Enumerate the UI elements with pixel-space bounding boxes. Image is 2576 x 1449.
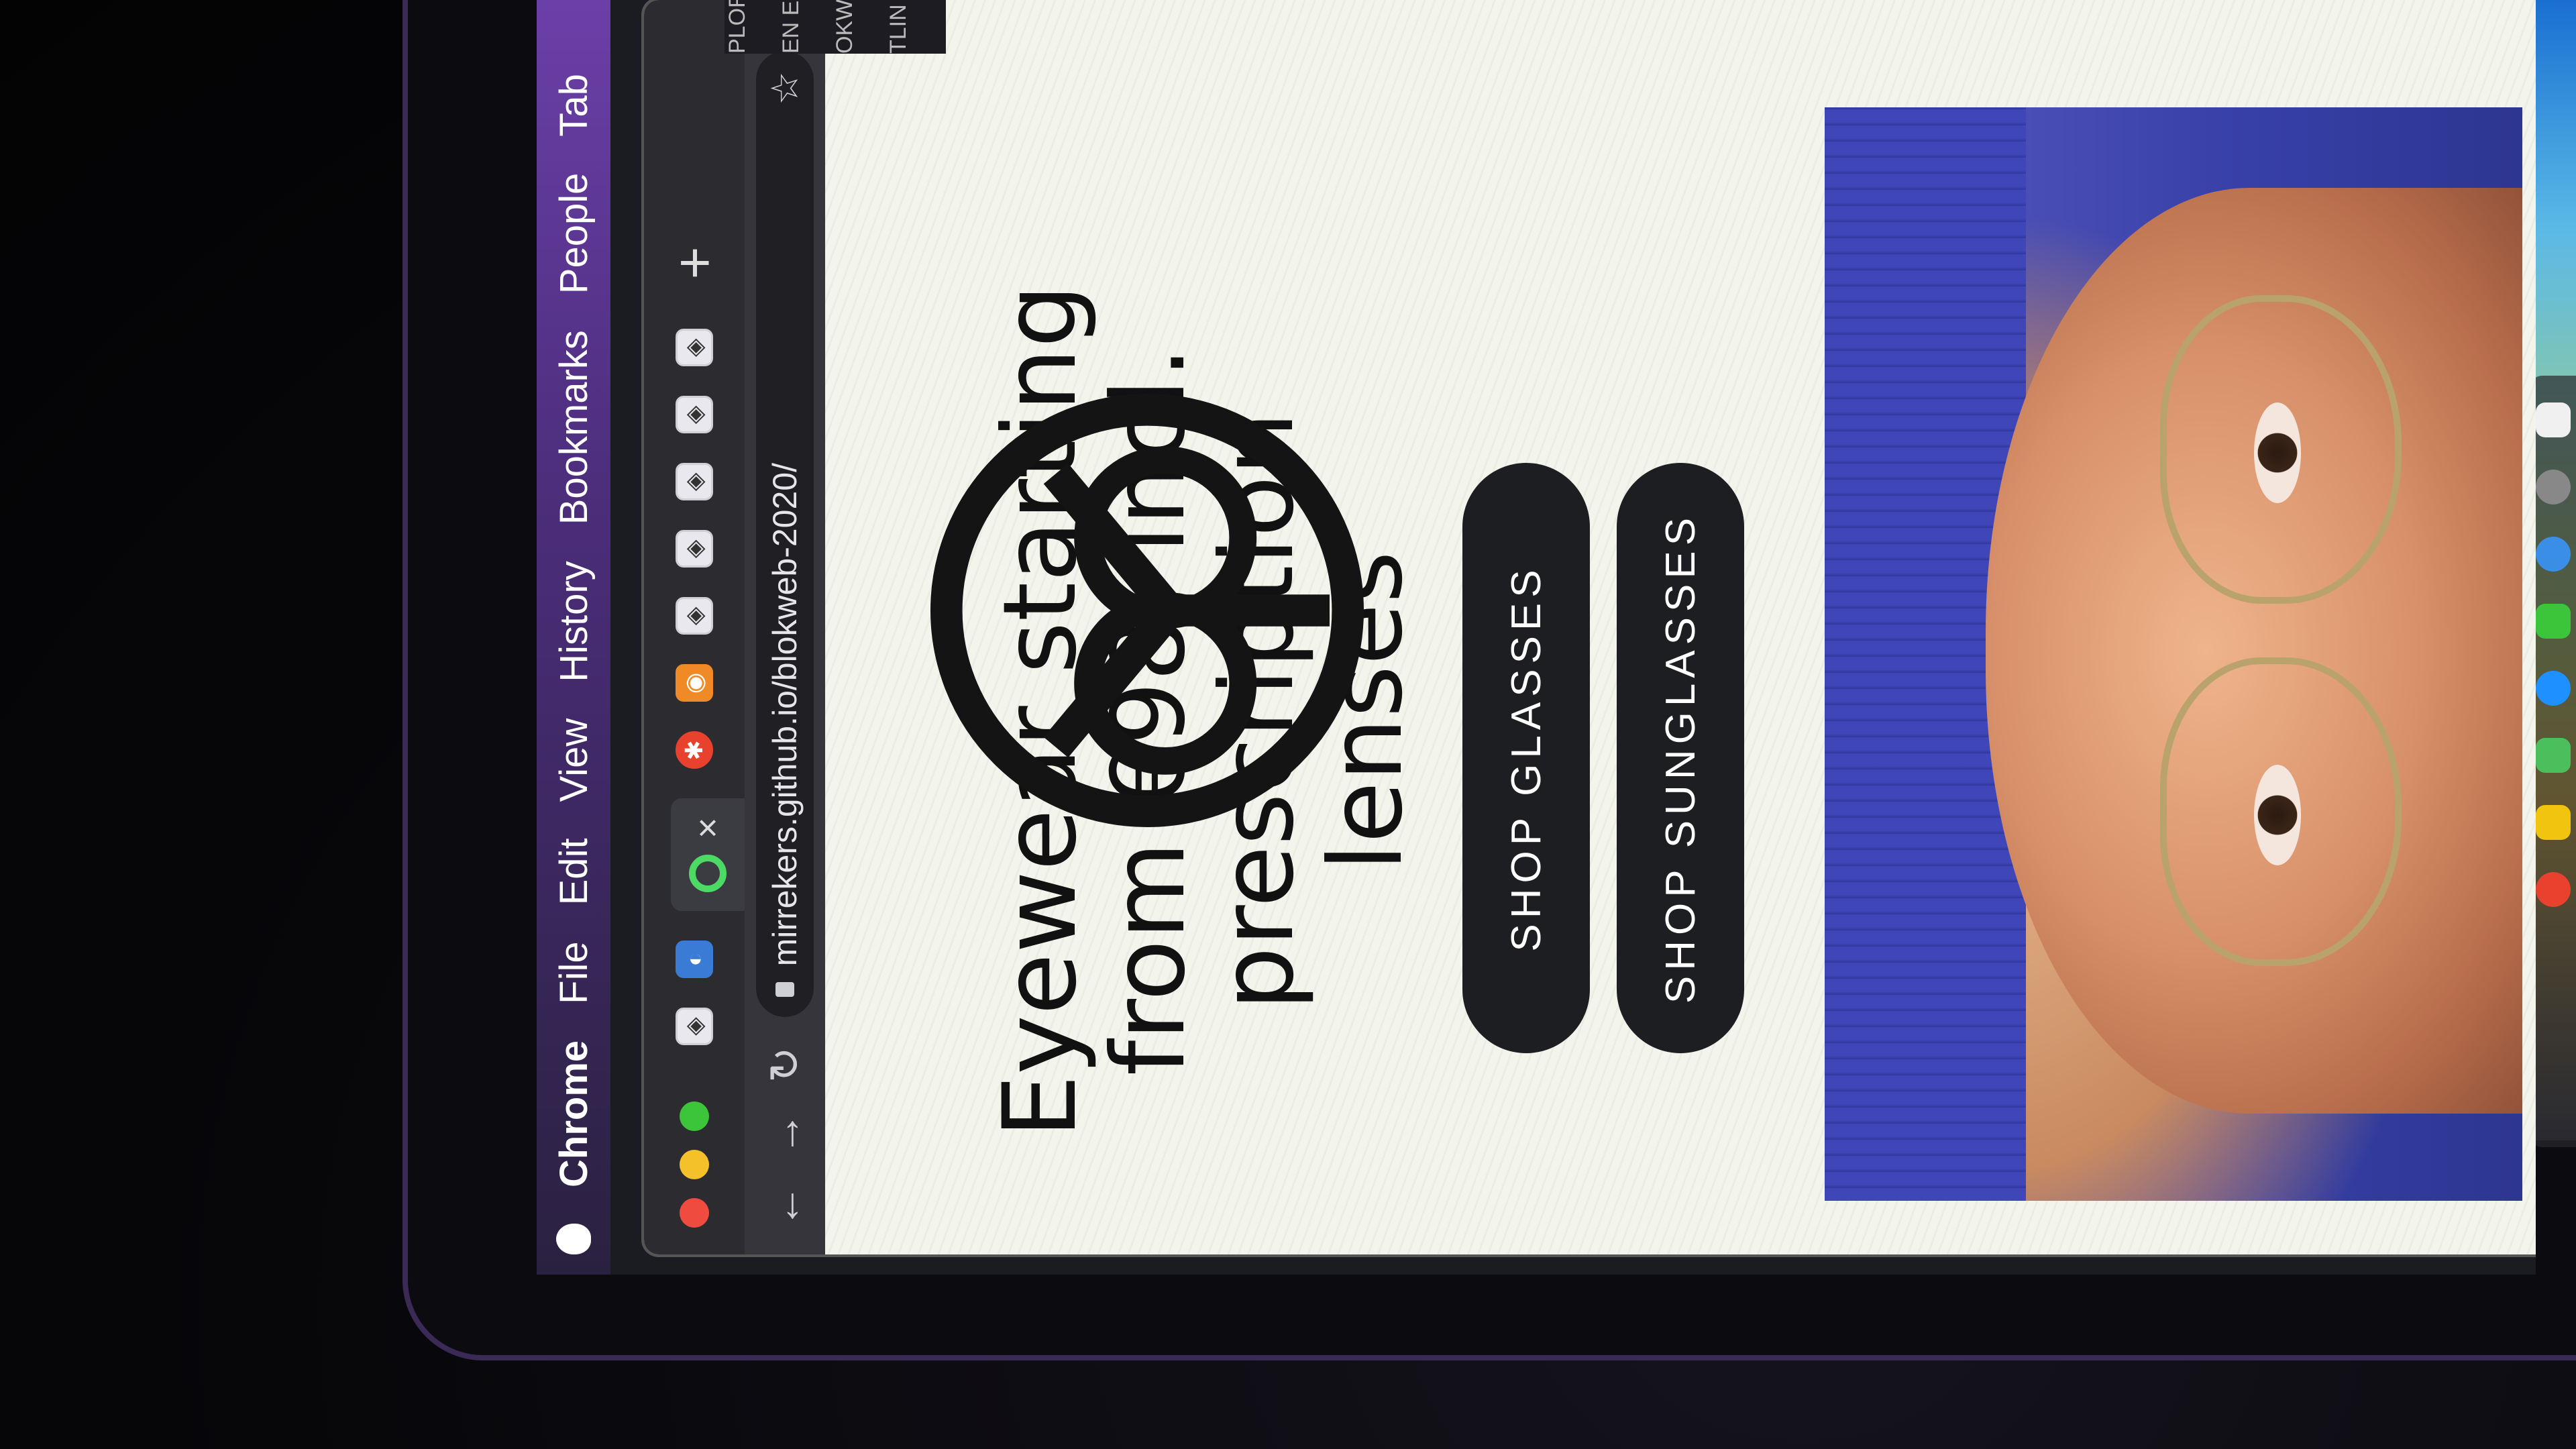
- bookmark-star-icon[interactable]: ☆: [763, 71, 807, 105]
- face-image-region: [1986, 188, 2522, 1114]
- notes-icon[interactable]: [2536, 805, 2571, 840]
- finder-icon[interactable]: [2536, 402, 2571, 437]
- cta-buttons: SHOP GLASSES SHOP SUNGLASSES: [1462, 463, 1744, 1053]
- tab-favicon-codepen-4[interactable]: ◈: [676, 463, 713, 501]
- new-tab-icon[interactable]: +: [663, 246, 726, 279]
- menu-tab[interactable]: Tab: [551, 74, 596, 137]
- background-app-sidebar: PLOR EN E OKW TLIN: [724, 0, 946, 54]
- launchpad-icon[interactable]: [2536, 470, 2571, 504]
- menu-chrome[interactable]: Chrome: [551, 1040, 596, 1187]
- messages-icon[interactable]: [2536, 604, 2571, 639]
- minimize-window-button[interactable]: [680, 1150, 709, 1179]
- sidebar-fragment-1: PLOR: [724, 0, 750, 54]
- tab-favicon-codepen-3[interactable]: ◈: [676, 530, 713, 568]
- menu-view[interactable]: View: [551, 718, 596, 802]
- app-store-icon[interactable]: [2536, 671, 2571, 706]
- sidebar-fragment-3: OKW: [832, 0, 857, 54]
- url-text[interactable]: mirrekers.github.io/blokweb-2020/: [765, 463, 804, 966]
- tab-favicon-codepen-2[interactable]: ◈: [676, 597, 713, 635]
- dock: [2529, 376, 2576, 1147]
- tab-favicon-blue[interactable]: ◐: [676, 941, 713, 978]
- shop-glasses-button[interactable]: SHOP GLASSES: [1462, 463, 1590, 1053]
- tab-favicon-codepen-5[interactable]: ◈: [676, 396, 713, 434]
- safari-icon[interactable]: [2536, 537, 2571, 572]
- close-window-button[interactable]: [680, 1198, 709, 1228]
- address-bar[interactable]: mirrekers.github.io/blokweb-2020/ ☆: [756, 51, 814, 1018]
- sidebar-fragment-2: EN E: [778, 0, 804, 54]
- zoom-window-button[interactable]: [680, 1102, 709, 1131]
- back-arrow-icon[interactable]: ←: [760, 1185, 810, 1228]
- chrome-window: ◈ ◐ × ✱ ◉ ◈ ◈ ◈ ◈ ◈ + ← → ↻ mirrekers.gi…: [644, 0, 2536, 1254]
- menu-bookmarks[interactable]: Bookmarks: [551, 330, 596, 525]
- forward-arrow-icon[interactable]: →: [760, 1112, 810, 1155]
- tab-favicon-orange[interactable]: ◉: [676, 664, 713, 702]
- menu-people[interactable]: People: [551, 173, 596, 294]
- brand-logo-icon: [930, 394, 1364, 827]
- tab-close-icon[interactable]: ×: [688, 817, 728, 839]
- menu-history[interactable]: History: [551, 561, 596, 682]
- tab-favicon-asterisk[interactable]: ✱: [676, 731, 713, 769]
- tab-strip: ◈ ◐ × ✱ ◉ ◈ ◈ ◈ ◈ ◈ +: [644, 0, 745, 1254]
- tab-active[interactable]: ×: [671, 798, 745, 911]
- hero-photo: [1825, 107, 2522, 1201]
- shop-sunglasses-button[interactable]: SHOP SUNGLASSES: [1617, 463, 1744, 1053]
- macos-menubar: Chrome File Edit View History Bookmarks …: [537, 0, 610, 1275]
- browser-toolbar: ← → ↻ mirrekers.github.io/blokweb-2020/ …: [745, 0, 825, 1254]
- menu-edit[interactable]: Edit: [551, 838, 596, 905]
- chrome-dock-icon[interactable]: [2536, 872, 2571, 907]
- tab-favicon-active: [689, 855, 727, 892]
- page-content: Eyewear starting from €98, incl. prescri…: [825, 0, 2536, 1254]
- apple-icon[interactable]: [556, 1224, 591, 1254]
- numbers-icon[interactable]: [2536, 738, 2571, 773]
- photo-background: Chrome File Edit View History Bookmarks …: [0, 0, 2576, 1449]
- rotated-screen: Chrome File Edit View History Bookmarks …: [537, 0, 2536, 1275]
- reload-icon[interactable]: ↻: [760, 1046, 810, 1083]
- window-controls: [680, 1102, 709, 1228]
- tab-favicon-codepen[interactable]: ◈: [676, 1008, 713, 1045]
- tab-favicon-codepen-6[interactable]: ◈: [676, 329, 713, 367]
- menu-file[interactable]: File: [551, 941, 596, 1004]
- right-eye: [2254, 402, 2301, 503]
- lock-icon: [775, 982, 794, 998]
- left-eye: [2254, 765, 2301, 865]
- sidebar-fragment-4: TLIN: [885, 4, 911, 54]
